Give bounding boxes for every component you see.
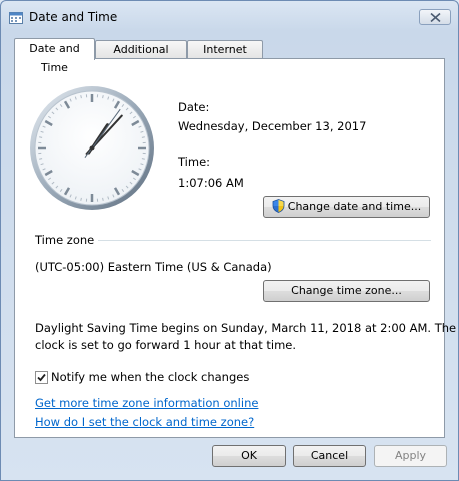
clock-center (89, 145, 95, 151)
shield-icon (272, 199, 285, 213)
how-to-set-clock-link[interactable]: How do I set the clock and time zone? (35, 415, 254, 429)
timezone-divider (98, 240, 431, 241)
timezone-value: (UTC-05:00) Eastern Time (US & Canada) (35, 260, 272, 274)
tab-panel-date-and-time: Date: Wednesday, December 13, 2017 Time:… (14, 58, 456, 438)
checkmark-icon (37, 373, 46, 382)
notify-checkbox[interactable] (35, 371, 48, 384)
time-value: 1:07:06 AM (178, 176, 244, 190)
more-timezone-info-link[interactable]: Get more time zone information online (35, 396, 258, 410)
tab-additional-clocks[interactable]: Additional Clocks (95, 40, 187, 73)
apply-button[interactable]: Apply (374, 445, 447, 467)
clock-minute-tick (141, 158, 145, 160)
tab-date-and-time[interactable]: Date and Time (14, 38, 95, 74)
time-label: Time: (178, 155, 211, 169)
tab-internet-time[interactable]: Internet Time (187, 40, 263, 73)
window-title: Date and Time (29, 10, 118, 24)
clock-minute-tick (80, 95, 82, 99)
clock-minute-tick (39, 136, 43, 138)
close-button[interactable] (419, 9, 451, 25)
clock-minute-tick (39, 158, 43, 160)
change-timezone-button[interactable]: Change time zone... (263, 280, 430, 302)
date-label: Date: (178, 100, 210, 114)
date-value: Wednesday, December 13, 2017 (178, 119, 367, 133)
analog-clock (30, 86, 154, 210)
timezone-heading: Time zone (35, 233, 95, 247)
date-time-dialog: Date and Time Date and Time Additional C… (0, 0, 459, 481)
change-date-time-button[interactable]: Change date and time... (263, 196, 430, 218)
dst-info-line1: Daylight Saving Time begins on Sunday, M… (35, 321, 457, 335)
close-icon (430, 13, 441, 22)
clock-minute-tick (102, 197, 104, 201)
notify-label[interactable]: Notify me when the clock changes (51, 370, 249, 384)
clock-minute-tick (102, 95, 104, 99)
ok-button[interactable]: OK (212, 445, 286, 467)
dst-info-line2: clock is set to go forward 1 hour at tha… (35, 338, 297, 352)
title-bar[interactable]: Date and Time (1, 1, 458, 33)
calendar-icon (9, 12, 23, 24)
clock-minute-tick (141, 136, 145, 138)
clock-minute-tick (80, 197, 82, 201)
cancel-button[interactable]: Cancel (293, 445, 366, 467)
